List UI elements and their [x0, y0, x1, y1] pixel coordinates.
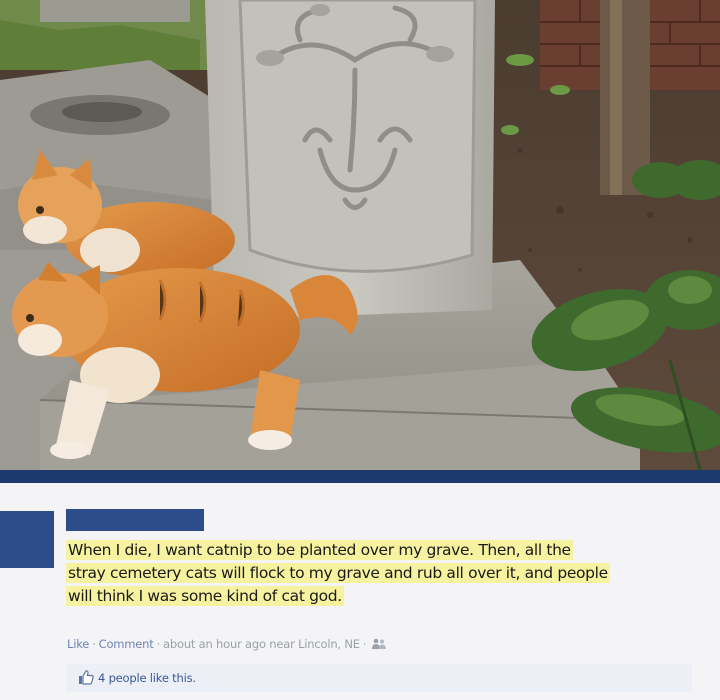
status-line-3: will think I was some kind of cat god.: [66, 586, 344, 606]
avatar[interactable]: [0, 511, 54, 568]
photo-caption-divider: [0, 470, 720, 483]
post-actions: Like · Comment · about an hour ago near Linc…: [67, 637, 387, 653]
separator-dot: ·: [156, 637, 161, 651]
post-timestamp[interactable]: about an hour ago near Lincoln, NE: [163, 637, 360, 651]
status-post: When I die, I want catnip to be planted …: [0, 483, 720, 700]
likes-count-link[interactable]: 4 people like this.: [98, 671, 196, 685]
post-photo[interactable]: [0, 0, 720, 470]
comment-link[interactable]: Comment: [99, 637, 154, 651]
status-message: When I die, I want catnip to be planted …: [66, 539, 716, 608]
status-line-2: stray cemetery cats will flock to my gra…: [66, 563, 610, 583]
separator-dot: ·: [362, 637, 367, 651]
people-icon: [372, 638, 387, 653]
status-line-1: When I die, I want catnip to be planted …: [66, 540, 573, 560]
like-link[interactable]: Like: [67, 637, 89, 651]
likes-bar: 4 people like this.: [66, 664, 692, 692]
author-name[interactable]: [66, 509, 204, 531]
separator-dot: ·: [92, 637, 96, 651]
thumbs-up-icon: [78, 670, 94, 688]
photo-kittens-on-gravestone: [0, 0, 720, 470]
